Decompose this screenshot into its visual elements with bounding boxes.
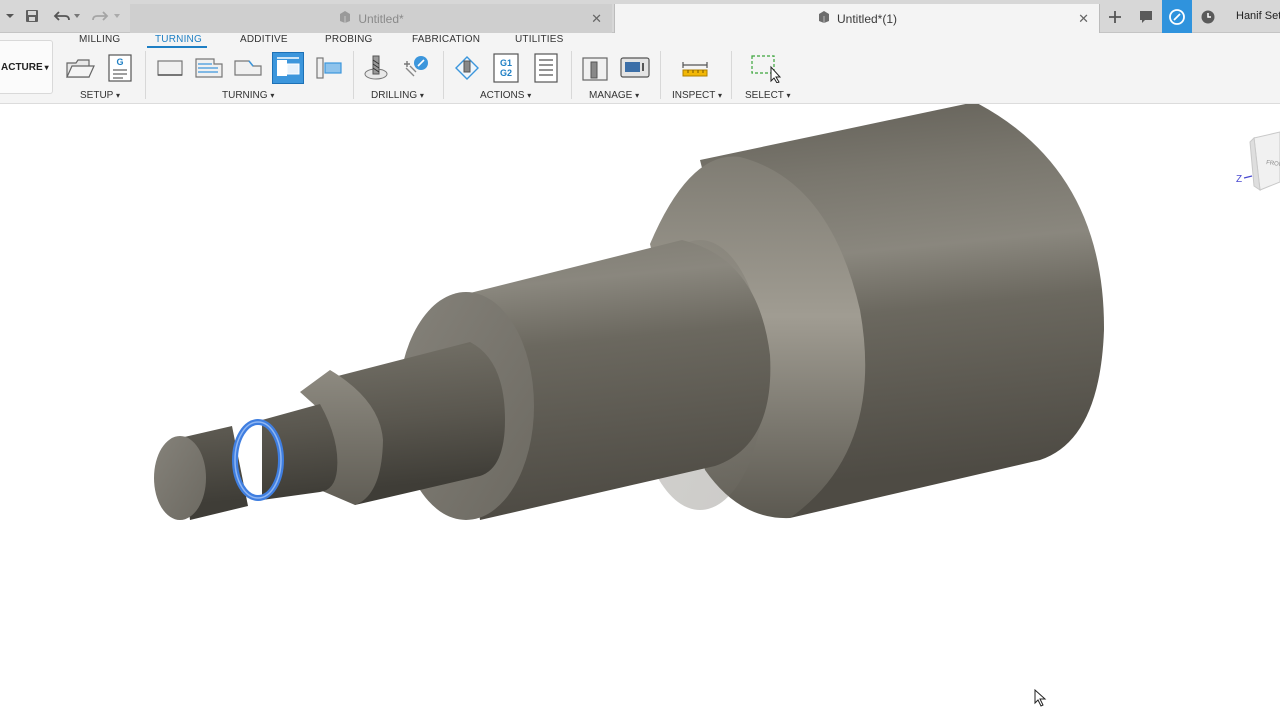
group-divider (443, 51, 444, 99)
tab-utilities[interactable]: UTILITIES (515, 34, 563, 45)
tab-turning[interactable]: TURNING (155, 34, 202, 45)
close-tab-icon[interactable]: ✕ (591, 11, 602, 27)
tab-probing[interactable]: PROBING (325, 34, 373, 45)
group-divider (660, 51, 661, 99)
workspace-switcher-label: ACTURE (1, 61, 43, 73)
group-divider (731, 51, 732, 99)
job-status-icon[interactable] (1162, 0, 1192, 33)
turning-part-icon[interactable] (312, 52, 344, 84)
tab-untitled-1[interactable]: Untitled*(1) ✕ (614, 4, 1100, 33)
setup-folder-icon[interactable] (64, 52, 96, 84)
tab-label: Untitled*(1) (836, 11, 898, 26)
simulate-icon[interactable] (451, 52, 483, 84)
mouse-cursor-icon (1034, 688, 1048, 712)
turned-shaft-model[interactable] (0, 102, 1280, 720)
inspect-group-label[interactable]: INSPECT ▾ (672, 90, 722, 101)
tab-fabrication[interactable]: FABRICATION (412, 34, 480, 45)
chevron-down-icon: ▾ (44, 62, 49, 72)
user-account-name[interactable]: Hanif Sety (1236, 10, 1280, 22)
turning-group-label[interactable]: TURNING ▾ (222, 90, 274, 101)
3d-viewport[interactable]: FRONT Z (0, 102, 1280, 720)
clock-icon[interactable] (1194, 0, 1222, 33)
new-tab-button[interactable] (1101, 0, 1129, 33)
turning-face-icon[interactable] (154, 52, 186, 84)
setup-group-label[interactable]: SETUP ▾ (80, 90, 120, 101)
machine-library-icon[interactable] (619, 52, 651, 84)
tab-label: Untitled* (358, 11, 404, 26)
post-process-icon[interactable]: G1 G2 (490, 52, 522, 84)
nc-program-icon[interactable]: G (104, 52, 136, 84)
active-tab-underline (147, 46, 207, 48)
g-code-label: G (116, 57, 123, 67)
tool-library-icon[interactable] (579, 52, 611, 84)
window-select-icon[interactable] (749, 52, 781, 84)
group-divider (571, 51, 572, 99)
drill-icon[interactable] (361, 52, 393, 84)
turning-profile-icon[interactable] (193, 52, 225, 84)
redo-dropdown-icon[interactable] (110, 6, 124, 26)
close-tab-icon[interactable]: ✕ (1078, 11, 1089, 27)
viewcube[interactable]: FRONT Z (1236, 130, 1280, 192)
drilling-group-label[interactable]: DRILLING ▾ (371, 90, 424, 101)
select-group-label[interactable]: SELECT ▾ (745, 90, 791, 101)
setup-sheet-icon[interactable] (530, 52, 562, 84)
undo-icon[interactable] (52, 6, 72, 26)
tab-untitled[interactable]: Untitled* ✕ (130, 4, 612, 33)
turning-groove-icon[interactable] (232, 52, 264, 84)
document-icon (338, 10, 352, 27)
undo-dropdown-icon[interactable] (70, 6, 84, 26)
comments-icon[interactable] (1132, 0, 1160, 33)
manage-group-label[interactable]: MANAGE ▾ (589, 90, 639, 101)
workspace-switcher-button[interactable]: ACTURE ▾ (0, 40, 53, 94)
g2-label: G2 (500, 68, 512, 78)
turning-chamfer-icon[interactable] (272, 52, 304, 84)
group-divider (353, 51, 354, 99)
menu-chevron-icon[interactable] (0, 6, 20, 26)
tip-end-face (154, 436, 206, 520)
title-bar: Untitled* ✕ Untitled*(1) ✕ Hanif Sety (0, 0, 1280, 33)
toolbar-ribbon: ACTURE ▾ MILLING TURNING ADDITIVE PROBIN… (0, 33, 1280, 104)
g1-label: G1 (500, 58, 512, 68)
save-icon[interactable] (22, 6, 42, 26)
document-icon (817, 10, 831, 27)
tab-milling[interactable]: MILLING (79, 34, 120, 45)
measure-icon[interactable] (679, 52, 711, 84)
group-divider (145, 51, 146, 99)
tab-additive[interactable]: ADDITIVE (240, 34, 288, 45)
viewcube-axis-label: Z (1236, 174, 1242, 185)
thread-icon[interactable] (401, 52, 433, 84)
redo-icon[interactable] (90, 6, 110, 26)
actions-group-label[interactable]: ACTIONS ▾ (480, 90, 531, 101)
